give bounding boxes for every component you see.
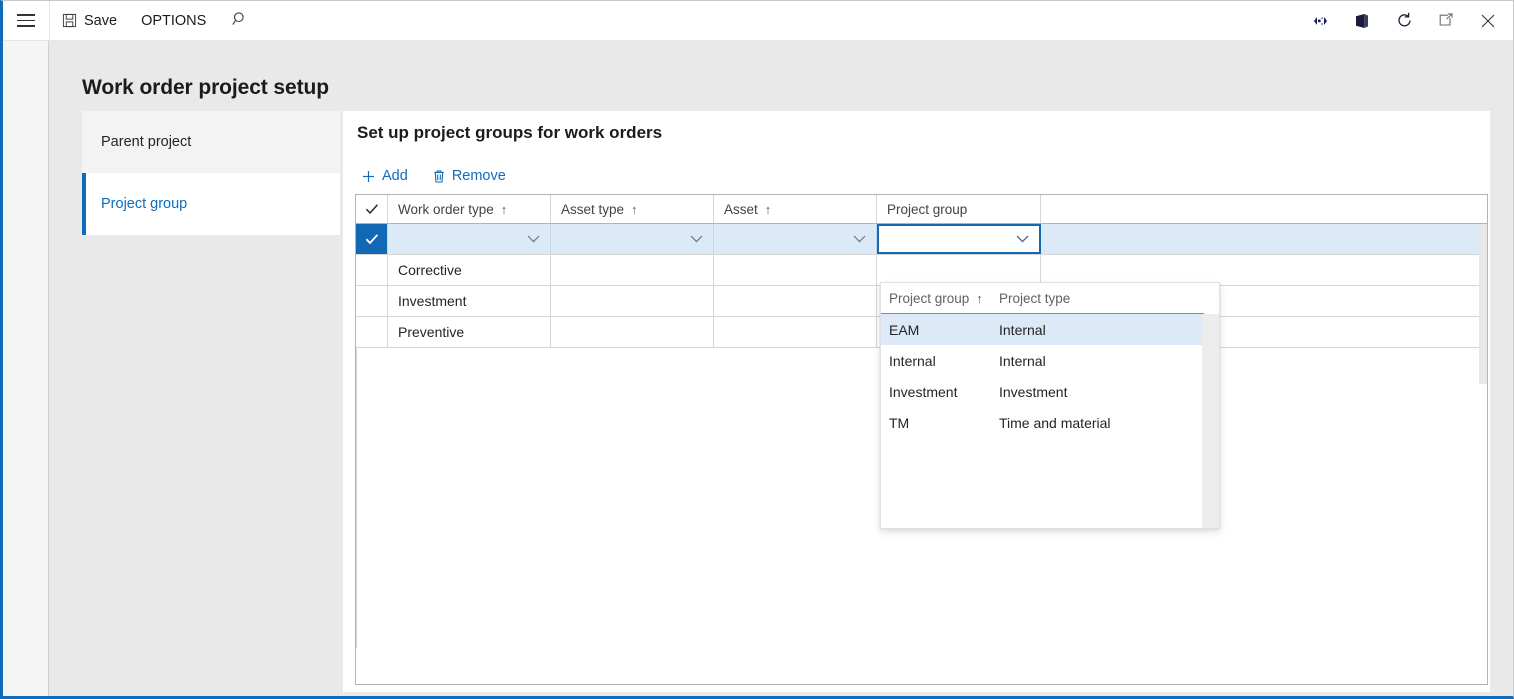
options-button[interactable]: OPTIONS [129,1,218,40]
cell-asset-type[interactable] [551,317,714,347]
top-right-icon-group [1299,1,1513,40]
search-button[interactable] [218,1,262,40]
save-button[interactable]: Save [50,1,129,40]
restore-window-icon[interactable] [1425,1,1467,40]
sort-ascending-icon: ↑ [764,201,772,217]
list-item[interactable]: EAM Internal [881,314,1204,345]
cell-asset-type[interactable] [551,255,714,285]
cell-asset-type[interactable] [551,286,714,316]
page-body: Work order project setup Parent project … [3,41,1513,696]
row-select-checkbox[interactable] [356,224,388,254]
column-header-project-group-label: Project group [887,201,968,217]
column-header-work-order-type-label: Work order type [398,201,494,217]
tab-parent-project-label: Parent project [101,134,192,150]
column-header-project-group[interactable]: Project group [877,195,1041,223]
lookup-vertical-scrollbar[interactable] [1202,314,1219,528]
cell-work-order-type-input[interactable] [388,224,551,254]
cell-asset[interactable] [714,255,877,285]
lookup-cell-project-type: Time and material [999,414,1111,431]
row-select-checkbox[interactable] [356,255,388,285]
grid-scrollbar-thumb[interactable] [1479,224,1487,384]
add-label: Add [382,168,408,184]
lookup-cell-project-group: Internal [889,352,936,369]
lookup-cell-project-type: Investment [999,383,1068,400]
page-content-area: Work order project setup Parent project … [49,41,1513,696]
cell-asset[interactable] [714,286,877,316]
column-header-filler [1041,195,1487,223]
chevron-down-icon[interactable] [527,233,540,245]
column-header-asset[interactable]: Asset ↑ [714,195,877,223]
chevron-down-icon[interactable] [690,233,703,245]
lookup-column-header-project-group[interactable]: Project group ↑ [881,283,991,313]
save-label: Save [84,12,118,29]
lookup-cell-project-group: TM [889,414,910,431]
column-header-asset-label: Asset [724,201,758,217]
card-title: Set up project groups for work orders [357,123,663,142]
tab-parent-project[interactable]: Parent project [82,111,340,173]
row-select-checkbox[interactable] [356,317,388,347]
tab-project-group[interactable]: Project group [82,173,340,235]
application-window: Save OPTIONS Work order project setup Pa… [0,0,1514,699]
add-button[interactable]: Add [352,161,417,191]
close-window-icon[interactable] [1467,1,1509,40]
cell-asset-type-input[interactable] [551,224,714,254]
trash-icon [432,169,446,184]
grid-empty-area [356,348,388,648]
lookup-cell-project-group: Investment [889,383,958,400]
tab-project-group-label: Project group [101,196,188,212]
cell-work-order-type[interactable]: Investment [388,286,551,316]
options-label: OPTIONS [141,12,207,29]
chevron-down-icon[interactable] [1016,233,1029,245]
navigation-rail [3,41,49,696]
lookup-column-header-project-group-label: Project group [889,290,970,306]
row-select-checkbox[interactable] [356,286,388,316]
cell-work-order-type[interactable]: Corrective [388,255,551,285]
grid-header-row: Work order type ↑ Asset type ↑ Asset ↑ P… [356,195,1487,224]
column-header-asset-type-label: Asset type [561,201,625,217]
sort-ascending-icon: ↑ [500,201,508,217]
lookup-header-row: Project group ↑ Project type [881,283,1204,314]
lookup-cell-project-group: EAM [889,321,920,338]
lookup-column-header-project-type[interactable]: Project type [991,283,1204,313]
project-group-lookup-dropdown: Project group ↑ Project type EAM Interna… [880,282,1220,529]
table-row[interactable] [356,224,1487,255]
list-item[interactable]: TM Time and material [881,407,1204,438]
cell-asset[interactable] [714,317,877,347]
office-module-icon[interactable] [1341,1,1383,40]
save-floppy-icon [62,13,77,28]
cell-project-group[interactable] [877,255,1041,285]
top-command-bar: Save OPTIONS [3,1,1513,41]
cell-work-order-type[interactable]: Preventive [388,317,551,347]
cell-project-group-input[interactable] [877,224,1041,254]
plus-icon [361,169,376,184]
cell-asset-input[interactable] [714,224,877,254]
hamburger-icon[interactable] [3,1,49,40]
refresh-icon[interactable] [1383,1,1425,40]
chevron-down-icon[interactable] [853,233,866,245]
tab-list: Parent project Project group [82,111,340,235]
remove-label: Remove [451,168,506,184]
sort-ascending-icon: ↑ [976,290,983,306]
select-all-checkbox[interactable] [356,195,388,223]
column-header-work-order-type[interactable]: Work order type ↑ [388,195,551,223]
grid-action-toolbar: Add Remove [352,161,515,191]
lookup-cell-project-type: Internal [999,321,1046,338]
sort-ascending-icon: ↑ [631,201,638,217]
page-title: Work order project setup [82,76,329,99]
cell-filler [1041,224,1487,254]
dynamics-settings-icon[interactable] [1299,1,1341,40]
cell-filler [1041,255,1487,285]
lookup-column-header-project-type-label: Project type [999,290,1071,306]
search-icon [232,11,248,31]
column-header-asset-type[interactable]: Asset type ↑ [551,195,714,223]
grid-vertical-scrollbar[interactable] [1479,224,1487,684]
lookup-cell-project-type: Internal [999,352,1046,369]
list-item[interactable]: Internal Internal [881,345,1204,376]
list-item[interactable]: Investment Investment [881,376,1204,407]
remove-button[interactable]: Remove [423,161,515,191]
